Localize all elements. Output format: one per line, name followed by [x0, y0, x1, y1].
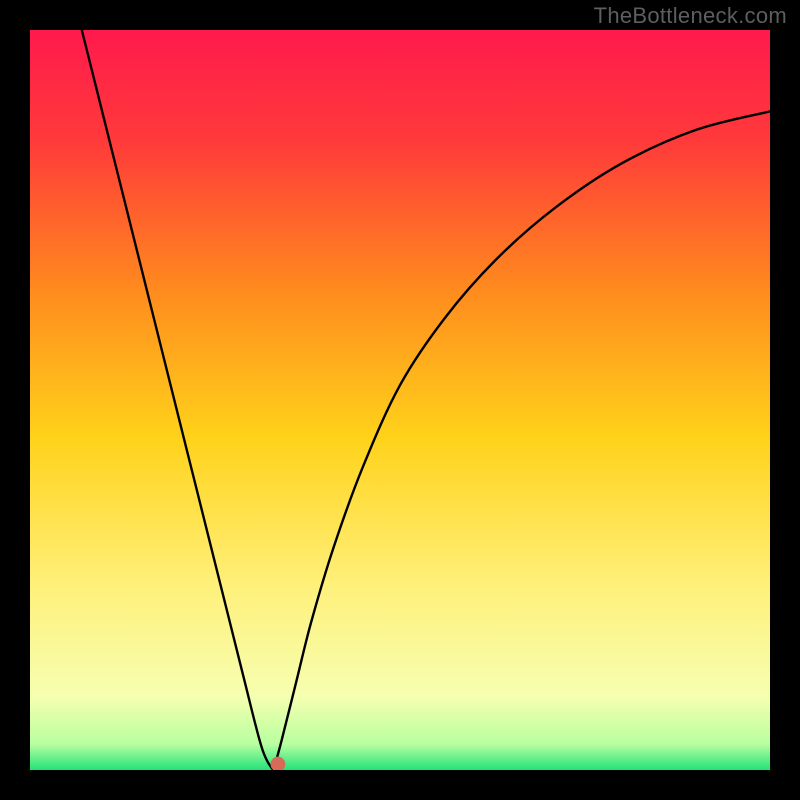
watermark-text: TheBottleneck.com — [594, 3, 787, 29]
plot-area — [30, 30, 770, 770]
chart-frame: TheBottleneck.com — [0, 0, 800, 800]
plot-background — [30, 30, 770, 770]
chart-svg — [30, 30, 770, 770]
